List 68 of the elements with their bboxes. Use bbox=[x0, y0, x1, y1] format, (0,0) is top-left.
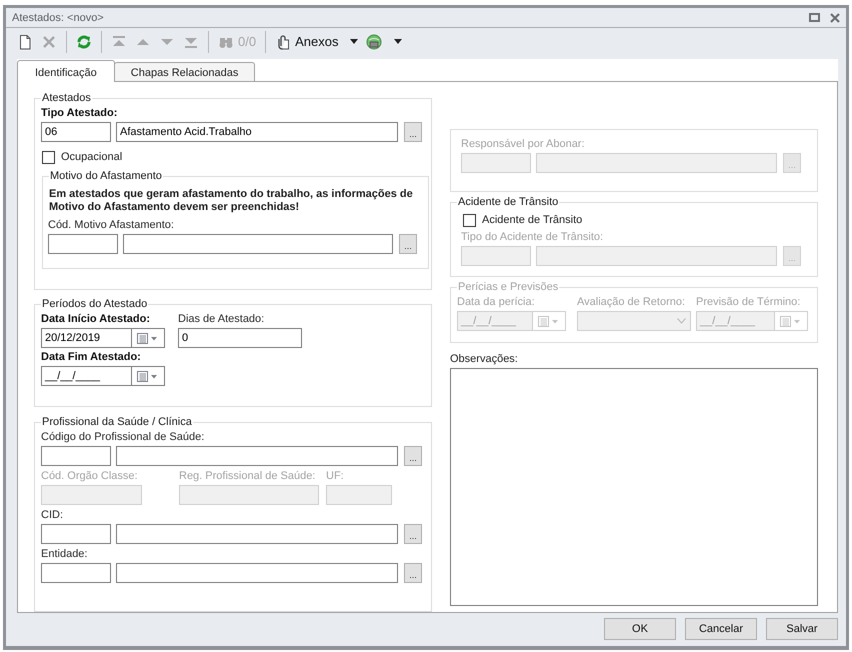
tab[interactable]: Identificação bbox=[17, 60, 115, 82]
maximize-button[interactable] bbox=[809, 13, 820, 22]
field-label: Avaliação de Retorno: bbox=[577, 296, 686, 309]
field-label: Entidade: bbox=[41, 548, 88, 561]
dialog-button[interactable]: OK bbox=[604, 618, 676, 640]
globe-icon bbox=[366, 34, 382, 50]
dialog-button[interactable]: Salvar bbox=[766, 618, 838, 640]
lookup-button[interactable]: ... bbox=[404, 524, 422, 544]
refresh-icon bbox=[76, 34, 92, 50]
group-title: Perícias e Previsões bbox=[457, 280, 560, 294]
field-label: Tipo Atestado: bbox=[41, 106, 118, 120]
checkbox[interactable] bbox=[463, 214, 476, 227]
description-field[interactable] bbox=[116, 446, 398, 466]
dialog-button[interactable]: Cancelar bbox=[685, 618, 757, 640]
field-label: Data Início Atestado: bbox=[41, 312, 151, 326]
tab[interactable]: Chapas Relacionadas bbox=[114, 62, 256, 81]
group-title: Atestados bbox=[41, 92, 92, 105]
maximize-icon bbox=[809, 13, 820, 22]
checkbox[interactable] bbox=[42, 150, 55, 164]
group-title: Períodos do Atestado bbox=[41, 298, 148, 311]
group-title: Acidente de Trânsito bbox=[457, 196, 560, 209]
lookup-button[interactable]: ... bbox=[404, 562, 422, 583]
field-label: Data da perícia: bbox=[457, 296, 536, 309]
warning-message: Em atestados que geram afastamento do trabalho, as informações de Motivo do Afastamento devem ser preenchidas! bbox=[49, 188, 414, 214]
field-label: Código do Profissional de Saúde: bbox=[41, 430, 206, 444]
field-label: CID: bbox=[41, 508, 64, 522]
description-field[interactable] bbox=[123, 234, 393, 254]
lookup-button[interactable]: ... bbox=[399, 234, 417, 254]
field-label: Cód. Motivo Afastamento: bbox=[48, 218, 175, 232]
field-label: Cód. Orgão Classe: bbox=[41, 470, 139, 483]
caret-icon bbox=[394, 39, 402, 44]
calendar-icon bbox=[779, 314, 803, 327]
document-icon bbox=[17, 34, 33, 50]
field-label: Observações: bbox=[450, 352, 519, 365]
chevron-down-icon bbox=[677, 318, 686, 324]
code-field[interactable] bbox=[41, 446, 111, 466]
field-label: Tipo do Acidente de Trânsito: bbox=[461, 230, 604, 244]
lookup-button[interactable]: ... bbox=[404, 122, 422, 142]
checkbox-label: Ocupacional bbox=[61, 151, 122, 164]
checkbox-label: Acidente de Trânsito bbox=[482, 214, 582, 226]
close-icon bbox=[830, 12, 840, 23]
date-field[interactable]: __/__/____ bbox=[41, 366, 165, 386]
group-title: Profissional da Saúde / Clínica bbox=[41, 416, 193, 429]
text-field[interactable]: 0 bbox=[178, 328, 302, 348]
calendar-icon bbox=[136, 370, 160, 382]
code-field[interactable] bbox=[41, 562, 111, 583]
date-field[interactable]: 20/12/2019 bbox=[41, 328, 165, 348]
field-label: Previsão de Término: bbox=[696, 296, 802, 309]
caret-icon bbox=[350, 39, 358, 44]
field-label: Reg. Profissional de Saúde: bbox=[179, 470, 316, 483]
code-field[interactable] bbox=[41, 524, 111, 544]
description-field[interactable] bbox=[116, 562, 398, 583]
field-label: Dias de Atestado: bbox=[178, 312, 266, 326]
code-field[interactable] bbox=[48, 234, 118, 254]
calendar-icon bbox=[537, 314, 561, 327]
group-title: Motivo do Afastamento bbox=[49, 170, 163, 183]
calendar-icon bbox=[136, 332, 160, 344]
description-field[interactable]: Afastamento Acid.Trabalho bbox=[116, 122, 398, 142]
close-button[interactable] bbox=[830, 12, 840, 23]
description-field[interactable] bbox=[116, 524, 398, 544]
code-field[interactable]: 06 bbox=[41, 122, 111, 142]
field-label: UF: bbox=[326, 470, 345, 483]
toolbar-button[interactable]: Anexos bbox=[265, 30, 362, 53]
field-label: Data Fim Atestado: bbox=[41, 350, 142, 364]
cross-icon bbox=[41, 34, 57, 50]
field-label: Responsável por Abonar: bbox=[461, 138, 586, 151]
window-title: Atestados: <novo> bbox=[12, 12, 104, 24]
lookup-button[interactable]: ... bbox=[404, 446, 422, 466]
